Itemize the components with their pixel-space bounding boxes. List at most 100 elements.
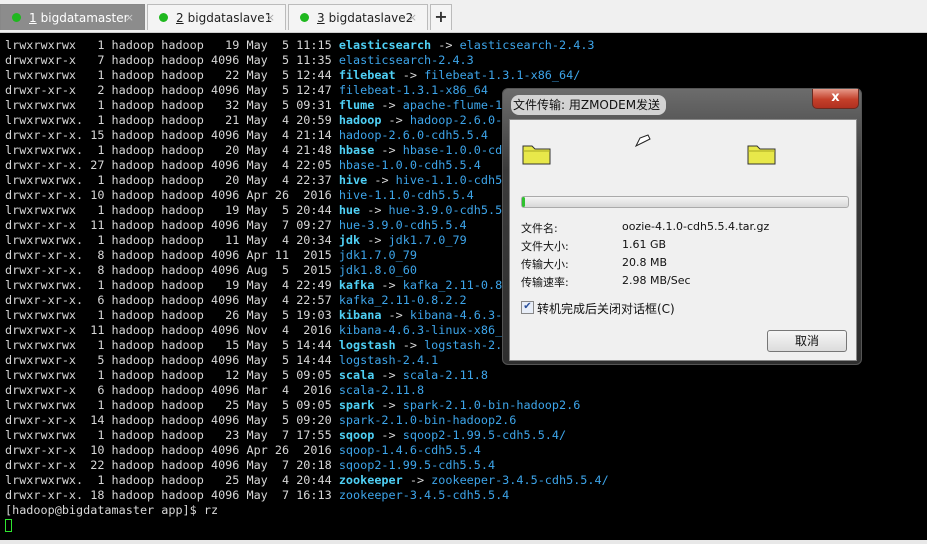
symlink-target: scala-2.11.8 [402, 368, 488, 382]
symlink-name: sqoop [338, 428, 375, 442]
directory-name: hbase-1.0.0-cdh5.5.4 [338, 158, 481, 172]
file-attributes: drwxr-xr-x. 6 hadoop hadoop 4096 May 4 2… [5, 293, 339, 307]
progress-fill [522, 197, 526, 207]
symlink-target: kibana-4.6.3-l [409, 308, 510, 322]
symlink-arrow: -> [402, 473, 432, 487]
status-strip [0, 540, 927, 544]
ls-line: drwxr-xr-x 10 hadoop hadoop 4096 Apr 26 … [5, 443, 609, 458]
symlink-arrow: -> [395, 338, 425, 352]
symlink-target: hbase-1.0.0-cdh [402, 143, 510, 157]
shell-prompt: [hadoop@bigdatamaster app]$ rz [5, 503, 219, 517]
rate-label: 传输速率: [521, 276, 569, 289]
ls-line: lrwxrwxrwx 1 hadoop hadoop 12 May 5 09:0… [5, 368, 609, 383]
filename-value: oozie-4.1.0-cdh5.5.4.tar.gz [622, 220, 770, 233]
symlink-name: hbase [338, 143, 375, 157]
symlink-arrow: -> [374, 143, 403, 157]
ls-line: lrwxrwxrwx 1 hadoop hadoop 23 May 7 17:5… [5, 428, 609, 443]
symlink-arrow: -> [374, 368, 403, 382]
file-attributes: lrwxrwxrwx 1 hadoop hadoop 12 May 5 09:0… [5, 368, 339, 382]
symlink-target: zookeeper-3.4.5-cdh5.5.4/ [431, 473, 609, 487]
close-on-complete-checkbox[interactable]: ✔ [521, 301, 534, 314]
directory-name: sqoop2-1.99.5-cdh5.5.4 [338, 458, 496, 472]
ls-line: lrwxrwxrwx 1 hadoop hadoop 19 May 5 11:1… [5, 38, 609, 53]
file-attributes: drwxrwxr-x 11 hadoop hadoop 4096 Nov 4 2… [5, 323, 339, 337]
dialog-title: 文件传输: 用ZMODEM发送 [511, 95, 667, 115]
tab-close-icon[interactable]: × [266, 11, 275, 24]
symlink-name: kafka [338, 278, 375, 292]
file-attributes: drwxrwxr-x 7 hadoop hadoop 4096 May 5 11… [5, 53, 339, 67]
directory-name: kibana-4.6.3-linux-x86_6 [338, 323, 510, 337]
new-tab-button[interactable]: + [430, 4, 452, 30]
dialog-close-button[interactable]: x [812, 89, 859, 109]
symlink-target: spark-2.1.0-bin-hadoop2.6 [402, 398, 581, 412]
directory-name: jdk1.8.0_60 [338, 263, 417, 277]
tab-number: 1 [29, 10, 37, 25]
file-attributes: drwxr-xr-x. 8 hadoop hadoop 4096 Apr 11 … [5, 248, 339, 262]
symlink-arrow: -> [431, 38, 460, 52]
symlink-arrow: -> [374, 398, 403, 412]
symlink-arrow: -> [374, 278, 403, 292]
file-attributes: drwxr-xr-x. 15 hadoop hadoop 4096 May 4 … [5, 128, 339, 142]
file-attributes: drwxr-xr-x. 10 hadoop hadoop 4096 Apr 26… [5, 188, 339, 202]
close-on-complete-label[interactable]: 转机完成后关闭对话框(C) [537, 300, 675, 317]
file-attributes: lrwxrwxrwx. 1 hadoop hadoop 21 May 4 20:… [5, 113, 339, 127]
symlink-arrow: -> [374, 428, 403, 442]
file-attributes: lrwxrwxrwx 1 hadoop hadoop 32 May 5 09:3… [5, 98, 339, 112]
tab-bar: 1 bigdatamaster × 2 bigdataslave1 × 3 bi… [0, 0, 927, 33]
tab-bigdataslave1[interactable]: 2 bigdataslave1 × [147, 4, 286, 30]
directory-name: scala-2.11.8 [338, 383, 425, 397]
zmodem-transfer-dialog: 文件传输: 用ZMODEM发送 x 文件名: oozie-4.1.0-cdh5.… [502, 88, 862, 365]
file-attributes: lrwxrwxrwx 1 hadoop hadoop 19 May 5 11:1… [5, 38, 339, 52]
symlink-arrow: -> [360, 233, 389, 247]
directory-name: kafka_2.11-0.8.2.2 [338, 293, 467, 307]
transfer-progress-bar [521, 196, 849, 208]
tab-number: 3 [317, 10, 325, 25]
file-attributes: lrwxrwxrwx. 1 hadoop hadoop 25 May 4 20:… [5, 473, 339, 487]
symlink-arrow: -> [395, 68, 425, 82]
tab-label: bigdataslave1 [187, 10, 273, 25]
tab-close-icon[interactable]: × [408, 11, 417, 24]
file-attributes: lrwxrwxrwx 1 hadoop hadoop 23 May 7 17:5… [5, 428, 339, 442]
connected-status-icon [300, 13, 309, 22]
directory-name: logstash-2.4.1 [338, 353, 439, 367]
destination-folder-icon [747, 145, 776, 165]
directory-name: filebeat-1.3.1-x86_64 [338, 83, 488, 97]
connected-status-icon [159, 13, 168, 22]
connected-status-icon [12, 13, 21, 22]
directory-name: jdk1.7.0_79 [338, 248, 417, 262]
file-attributes: drwxr-xr-x 14 hadoop hadoop 4096 May 5 0… [5, 413, 339, 427]
tab-bigdataslave2[interactable]: 3 bigdataslave2 × [288, 4, 428, 30]
symlink-name: zookeeper [338, 473, 403, 487]
tab-close-icon[interactable]: × [125, 11, 134, 24]
tab-label: bigdataslave2 [328, 10, 414, 25]
symlink-name: flume [338, 98, 375, 112]
symlink-target: hue-3.9.0-cdh5.5. [388, 203, 510, 217]
terminal-cursor [5, 519, 12, 532]
ls-line: lrwxrwxrwx 1 hadoop hadoop 22 May 5 12:4… [5, 68, 609, 83]
file-attributes: lrwxrwxrwx. 1 hadoop hadoop 20 May 4 22:… [5, 173, 339, 187]
ls-line: lrwxrwxrwx. 1 hadoop hadoop 25 May 4 20:… [5, 473, 609, 488]
symlink-name: hive [338, 173, 368, 187]
symlink-name: hadoop [338, 113, 382, 127]
symlink-name: elasticsearch [338, 38, 432, 52]
file-attributes: lrwxrwxrwx. 1 hadoop hadoop 11 May 4 20:… [5, 233, 339, 247]
file-attributes: drwxr-xr-x 10 hadoop hadoop 4096 Apr 26 … [5, 443, 339, 457]
symlink-target: jdk1.7.0_79 [388, 233, 467, 247]
symlink-target: hive-1.1.0-cdh5. [395, 173, 510, 187]
symlink-arrow: -> [381, 308, 410, 322]
file-attributes: drwxr-xr-x. 8 hadoop hadoop 4096 Aug 5 2… [5, 263, 339, 277]
tab-bigdatamaster[interactable]: 1 bigdatamaster × [0, 4, 145, 30]
file-attributes: drwxr-xr-x 22 hadoop hadoop 4096 May 7 2… [5, 458, 339, 472]
directory-name: hue-3.9.0-cdh5.5.4 [338, 218, 467, 232]
file-attributes: drwxr-xr-x 2 hadoop hadoop 4096 May 5 12… [5, 83, 339, 97]
directory-name: zookeeper-3.4.5-cdh5.5.4 [338, 488, 510, 502]
cancel-button[interactable]: 取消 [767, 330, 847, 352]
symlink-arrow: -> [374, 98, 403, 112]
rate-value: 2.98 MB/Sec [622, 274, 691, 287]
transferred-label: 传输大小: [521, 258, 569, 271]
symlink-target: logstash-2.4 [424, 338, 510, 352]
ls-line: drwxr-xr-x 14 hadoop hadoop 4096 May 5 0… [5, 413, 609, 428]
symlink-name: hue [338, 203, 361, 217]
ls-line: drwxrwxr-x 7 hadoop hadoop 4096 May 5 11… [5, 53, 609, 68]
dialog-body: 文件名: oozie-4.1.0-cdh5.5.4.tar.gz 文件大小: 1… [509, 119, 857, 361]
